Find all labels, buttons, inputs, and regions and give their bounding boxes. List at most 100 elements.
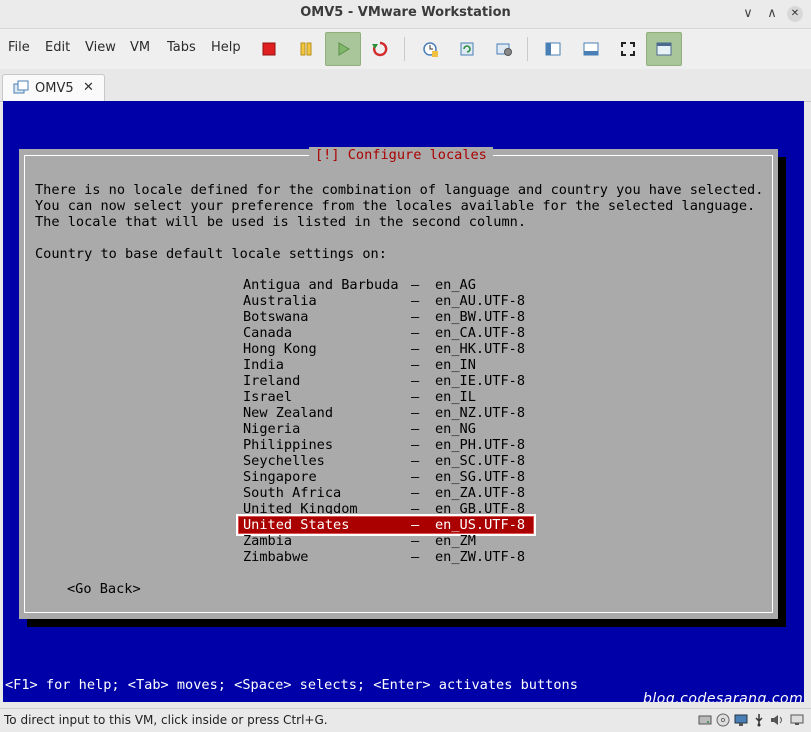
vm-icon: [13, 80, 29, 94]
country-name: Israel: [243, 389, 293, 405]
country-name: Philippines: [243, 437, 334, 453]
locale-row[interactable]: Seychelles – en_SC.UTF-8: [239, 453, 533, 469]
body-line: The locale that will be used is listed i…: [35, 214, 527, 230]
country-name: Zambia: [243, 533, 293, 549]
separator-dash: –: [411, 277, 420, 293]
body-line: You can now select your preference from …: [35, 198, 756, 214]
locale-code: en_IN: [435, 357, 476, 373]
hard-disk-icon[interactable]: [698, 713, 712, 727]
play-icon[interactable]: [325, 32, 361, 66]
country-name: India: [243, 357, 284, 373]
tab-close-button[interactable]: ✕: [83, 80, 94, 95]
locale-code: en_IL: [435, 389, 476, 405]
fullscreen-icon[interactable]: [614, 35, 642, 63]
locale-row[interactable]: South Africa – en_ZA.UTF-8: [239, 485, 533, 501]
separator-dash: –: [411, 341, 420, 357]
locale-row[interactable]: Botswana – en_BW.UTF-8: [239, 309, 533, 325]
sidebar-icon[interactable]: [539, 35, 567, 63]
watermark: blog.codesarang.com: [643, 691, 804, 702]
maximize-button[interactable]: ∧: [764, 6, 780, 22]
cd-rom-icon[interactable]: [716, 713, 730, 727]
dialog-title: [!] Configure locales: [309, 147, 493, 163]
separator-dash: –: [411, 437, 420, 453]
separator-dash: –: [411, 293, 420, 309]
separator-dash: –: [411, 325, 420, 341]
locale-code: en_ZW.UTF-8: [435, 549, 526, 565]
separator-dash: –: [411, 357, 420, 373]
suspend-red-square-icon[interactable]: [255, 35, 283, 63]
sound-icon[interactable]: [770, 713, 784, 727]
manage-snapshots-icon[interactable]: [490, 35, 518, 63]
go-back-button[interactable]: <Go Back>: [67, 581, 141, 597]
locale-code: en_GB.UTF-8: [435, 501, 526, 517]
status-message: To direct input to this VM, click inside…: [4, 713, 328, 727]
locale-row[interactable]: Ireland – en_IE.UTF-8: [239, 373, 533, 389]
console-view-icon[interactable]: [577, 35, 605, 63]
help-line: <F1> for help; <Tab> moves; <Space> sele…: [5, 677, 578, 693]
country-name: Ireland: [243, 373, 301, 389]
usb-icon[interactable]: [752, 713, 766, 727]
locale-list[interactable]: Antigua and Barbuda – en_AG Australia – en_AU…: [236, 277, 536, 565]
country-name: Zimbabwe: [243, 549, 309, 565]
locale-row[interactable]: Hong Kong – en_HK.UTF-8: [239, 341, 533, 357]
country-name: Hong Kong: [243, 341, 317, 357]
country-name: Australia: [243, 293, 317, 309]
separator-dash: –: [411, 373, 420, 389]
separator-dash: –: [411, 405, 420, 421]
unity-icon[interactable]: [646, 32, 682, 66]
locale-row[interactable]: Zimbabwe – en_ZW.UTF-8: [239, 549, 533, 565]
locale-row[interactable]: Canada – en_CA.UTF-8: [239, 325, 533, 341]
menu-vm[interactable]: VM: [130, 40, 150, 55]
separator-dash: –: [411, 517, 420, 533]
locale-code: en_SC.UTF-8: [435, 453, 526, 469]
menu-help[interactable]: Help: [211, 40, 241, 55]
locale-row[interactable]: Israel – en_IL: [239, 389, 533, 405]
tab-omv5[interactable]: OMV5 ✕: [2, 74, 105, 102]
separator-dash: –: [411, 453, 420, 469]
locale-code: en_BW.UTF-8: [435, 309, 526, 325]
vm-console[interactable]: [!] Configure locales There is no locale…: [3, 101, 804, 702]
close-window-button[interactable]: ✕: [787, 6, 803, 22]
menu-view[interactable]: View: [85, 40, 116, 55]
locale-code: en_AU.UTF-8: [435, 293, 526, 309]
status-bar: To direct input to this VM, click inside…: [0, 708, 811, 732]
menu-tabs[interactable]: Tabs: [167, 40, 196, 55]
menu-edit[interactable]: Edit: [45, 40, 70, 55]
locale-code: en_ZM: [435, 533, 476, 549]
locale-row[interactable]: New Zealand – en_NZ.UTF-8: [239, 405, 533, 421]
country-name: United Kingdom: [243, 501, 358, 517]
locale-code: en_ZA.UTF-8: [435, 485, 526, 501]
window-titlebar: OMV5 - VMware Workstation ∨ ∧ ✕: [0, 0, 811, 29]
restart-icon[interactable]: [366, 35, 394, 63]
revert-snapshot-icon[interactable]: [453, 35, 481, 63]
toolbar-separator: [527, 37, 528, 61]
dialog-shadow: [778, 157, 786, 627]
country-prompt: Country to base default locale settings …: [35, 246, 387, 262]
locale-row[interactable]: India – en_IN: [239, 357, 533, 373]
minimize-button[interactable]: ∨: [740, 6, 756, 22]
locale-row[interactable]: Antigua and Barbuda – en_AG: [239, 277, 533, 293]
locale-row[interactable]: Australia – en_AU.UTF-8: [239, 293, 533, 309]
locale-row[interactable]: Singapore – en_SG.UTF-8: [239, 469, 533, 485]
menu-file[interactable]: File: [8, 40, 30, 55]
locale-row[interactable]: Zambia – en_ZM: [239, 533, 533, 549]
locale-code: en_AG: [435, 277, 476, 293]
toolbar-separator: [404, 37, 405, 61]
window-title: OMV5 - VMware Workstation: [300, 5, 511, 20]
locale-row[interactable]: United Kingdom – en_GB.UTF-8: [239, 501, 533, 517]
locale-row[interactable]: Nigeria – en_NG: [239, 421, 533, 437]
country-name: United States: [243, 517, 350, 533]
locale-code: en_SG.UTF-8: [435, 469, 526, 485]
locale-row-selected[interactable]: United States – en_US.UTF-8: [236, 514, 536, 536]
locale-code: en_NZ.UTF-8: [435, 405, 526, 421]
network-icon[interactable]: [734, 713, 748, 727]
separator-dash: –: [411, 485, 420, 501]
display-icon[interactable]: [790, 713, 804, 727]
separator-dash: –: [411, 533, 420, 549]
locale-row[interactable]: Philippines – en_PH.UTF-8: [239, 437, 533, 453]
configure-locales-dialog: [!] Configure locales There is no locale…: [19, 147, 778, 619]
country-name: New Zealand: [243, 405, 334, 421]
snapshot-icon[interactable]: [416, 35, 444, 63]
pause-icon[interactable]: [292, 35, 320, 63]
locale-code: en_CA.UTF-8: [435, 325, 526, 341]
